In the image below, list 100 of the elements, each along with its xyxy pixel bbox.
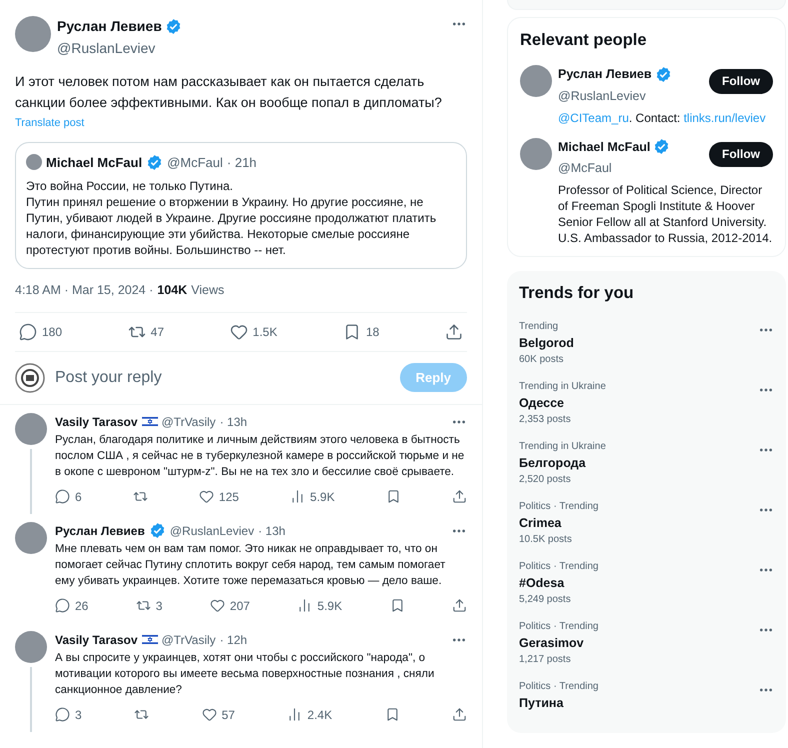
share-button[interactable] [452, 489, 467, 504]
section-title: Trends for you [519, 283, 635, 304]
quoted-post[interactable] [15, 142, 467, 269]
like-button[interactable]: 207 [210, 596, 250, 615]
heart-icon [198, 489, 214, 504]
quoted-text: Путин принял решение о вторжении в Украину. Но другие россияне, не Путин, убивают людей в Украине. Другие россияне продолжатют платить налоги, финансирующие эти убийства. Некоторые смелые россияне протестуют против войны. Большинство -- нет. [26, 194, 438, 258]
post-time[interactable]: · 21h [226, 152, 257, 172]
person-bio: @CITeam_ru. Contact: tlinks.run/leviev [558, 110, 767, 126]
author-name[interactable]: Michael McFaul [46, 152, 142, 172]
comment-icon [55, 707, 70, 722]
avatar[interactable] [15, 630, 47, 663]
share-icon [452, 598, 467, 614]
trend-post-count: 2,520 posts [519, 473, 572, 486]
avatar[interactable] [26, 154, 42, 170]
trend-context: Trending [519, 320, 560, 333]
bookmark-button[interactable] [386, 489, 401, 504]
person-bio: Professor of Political Science, Director of Freeman Spogli Institute & Hoover Senior Fellow all at Stanford University. U.S. Ambassador to Russia, 2012-2014. [558, 182, 773, 246]
trend-topic[interactable]: Gerasimov [519, 633, 758, 653]
follow-button[interactable]: Follow [709, 142, 773, 166]
trend-topic[interactable]: Путина [519, 693, 758, 713]
reply-button[interactable]: 26 [55, 596, 88, 615]
post-time[interactable]: · 12h [220, 630, 248, 649]
like-button[interactable]: 125 [198, 488, 239, 506]
person-handle[interactable]: @RuslanLeviev [558, 88, 646, 102]
reply-text: Руслан, благодаря политике и личным действиям этого человека в бытность послом США , я сейчас не в туберкулезной камере в российской тюрьме и не в окопе с шевроном "штурм-z". Вы не на тех зло и бессилие своё срываете. [55, 432, 466, 480]
views-button[interactable]: 2.4K [287, 706, 332, 724]
share-button[interactable] [452, 707, 467, 722]
trend-topic[interactable]: Belgorod [519, 333, 758, 353]
reply-text: А вы спросите у украинцев, хотят они чтобы с российского "народа", о мотивации которого вы имеете весьма поверхностные познания , сняли санкционное давление? [55, 650, 436, 698]
views-label: Views [191, 282, 224, 299]
trend-context: Trending in Ukraine [519, 440, 607, 453]
heart-icon [210, 598, 225, 614]
avatar[interactable] [520, 138, 552, 170]
trend-context: Politics · Trending [519, 680, 600, 693]
bookmark-button[interactable] [384, 707, 400, 722]
avatar[interactable] [520, 64, 552, 97]
author-handle[interactable]: @TrVasily [162, 630, 216, 649]
bookmark-icon [386, 489, 401, 504]
author-handle[interactable]: @McFaul [167, 152, 223, 172]
trend-topic[interactable]: #Odesa [519, 573, 758, 593]
like-button[interactable]: 1.5K [230, 322, 278, 341]
trend-topic[interactable]: Crimea [519, 513, 758, 533]
bar-chart-icon [290, 489, 306, 504]
post-text: И этот человек потом нам рассказывает как он пытается сделать санкции более эффективными. Как он вообще попал в дипломаты? [15, 73, 443, 112]
share-icon [452, 489, 467, 504]
bookmark-icon [384, 707, 400, 722]
share-button[interactable] [445, 322, 463, 341]
avatar[interactable] [15, 522, 47, 554]
post-time[interactable]: · 13h [220, 412, 248, 431]
author-name[interactable]: Vasily Tarasov [55, 630, 138, 649]
reply-button[interactable]: 6 [55, 488, 82, 506]
trend-topic[interactable]: Одессе [519, 393, 758, 413]
share-button[interactable] [452, 598, 467, 614]
trend-context: Politics · Trending [519, 560, 600, 573]
author-name[interactable]: Vasily Tarasov [55, 412, 138, 431]
reply-text: Мне плевать чем он вам там помог. Это никак не оправдывает то, что он помогает сейчас Путину сплотить вокруг себя народ, тем самым помогает ему убивать украинцев. Хотите тоже перемазаться кровью — дело ваше. [55, 542, 446, 589]
bookmark-button[interactable]: 18 [343, 322, 380, 341]
bookmark-button[interactable] [390, 598, 405, 614]
comment-icon [55, 598, 70, 614]
bar-chart-icon [297, 598, 312, 614]
author-handle[interactable]: @TrVasily [162, 412, 216, 431]
repost-button[interactable]: 3 [136, 596, 162, 615]
heart-icon [202, 707, 217, 722]
reply-button[interactable]: 180 [19, 322, 62, 341]
views-button[interactable]: 5.9K [297, 596, 342, 615]
views-count: 104K [157, 282, 188, 299]
views-button[interactable]: 5.9K [290, 488, 335, 506]
person-name[interactable]: Руслан Левиев [558, 64, 652, 84]
trend-context: Politics · Trending [519, 620, 600, 633]
avatar[interactable] [15, 16, 51, 52]
post-time[interactable]: · 13h [258, 522, 286, 540]
trend-post-count: 5,249 posts [519, 593, 572, 606]
reply-button[interactable]: 3 [55, 706, 82, 724]
author-handle[interactable]: @RuslanLeviev [170, 522, 254, 540]
trend-topic[interactable]: Белгорода [519, 453, 758, 473]
post-timestamp[interactable]: 4:18 AM · Mar 15, 2024 · [15, 281, 154, 300]
avatar[interactable] [15, 412, 47, 445]
comment-icon [55, 489, 70, 504]
bookmark-icon [390, 598, 405, 614]
like-button[interactable]: 57 [202, 706, 235, 724]
author-name[interactable]: Руслан Левиев [55, 522, 145, 540]
trend-post-count: 1,217 posts [519, 653, 572, 666]
section-title: Relevant people [520, 30, 648, 51]
bookmark-icon [343, 322, 361, 341]
trend-post-count: 2,353 posts [519, 413, 572, 426]
author-handle[interactable]: @RuslanLeviev [57, 40, 156, 56]
repost-button[interactable]: 47 [128, 322, 164, 341]
person-name[interactable]: Michael McFaul [558, 138, 650, 156]
trend-post-count: 10.5K posts [519, 533, 573, 546]
quoted-text: Это война России, не только Путина. [26, 178, 234, 194]
emblem-avatar-icon [15, 362, 45, 393]
trend-context: Trending in Ukraine [519, 380, 607, 393]
person-handle[interactable]: @McFaul [558, 161, 612, 176]
trend-post-count: 60K posts [519, 353, 564, 366]
share-icon [452, 707, 467, 722]
follow-button[interactable]: Follow [709, 68, 773, 94]
trend-context: Politics · Trending [519, 500, 600, 513]
bar-chart-icon [287, 707, 302, 722]
heart-icon [230, 322, 248, 341]
author-name[interactable]: Руслан Левиев [57, 16, 162, 37]
